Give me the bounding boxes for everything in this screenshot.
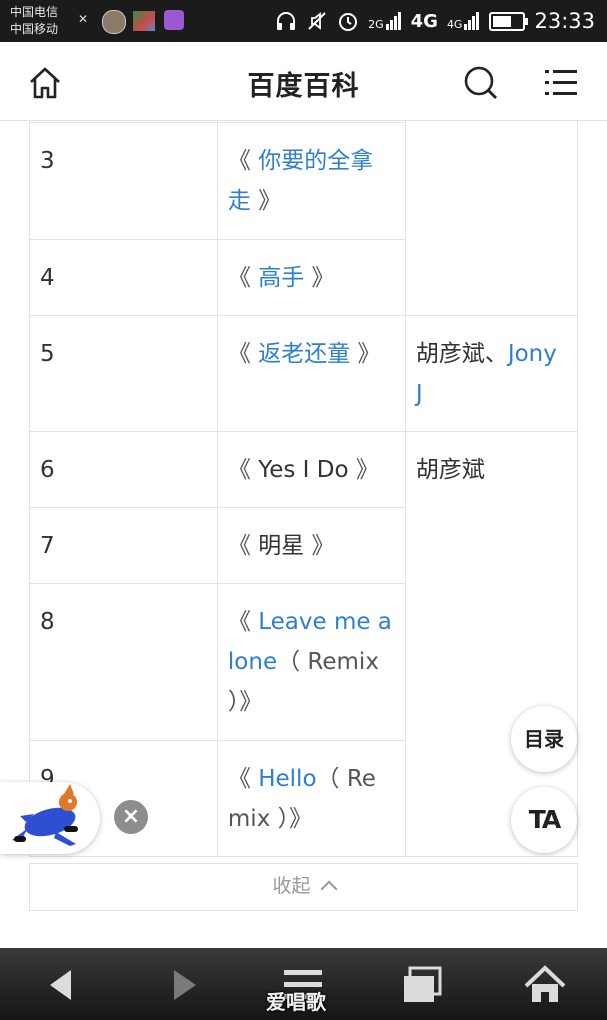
song-title-cell: 《 Leave me alone（ Remix ）》 [216, 583, 406, 741]
toc-button[interactable]: 目录 [511, 706, 577, 772]
menu-icon[interactable] [542, 64, 580, 102]
status-icons: 2G 4G 4G 23:33 [275, 6, 595, 36]
notification-x-icon: ✕ [78, 12, 89, 26]
page-title: 百度百科 [247, 71, 360, 102]
headphones-icon [277, 12, 296, 30]
table-row: 6 《 Yes I Do 》 胡彦斌 [29, 431, 579, 857]
carrier-1: 中国电信 [10, 5, 59, 19]
song-link[interactable]: 高手 [258, 265, 304, 291]
running-mascot-icon [12, 784, 78, 846]
tabs-icon[interactable] [400, 962, 446, 1008]
header: 百度百科 [0, 42, 607, 121]
song-link[interactable]: 返老还童 [258, 341, 350, 367]
notification-image-icon [133, 11, 155, 31]
artist-cell [404, 122, 579, 316]
song-title-cell: 《 高手 》 [216, 239, 406, 316]
song-link[interactable]: Hello [258, 766, 316, 792]
song-table: 3 《 你要的全拿走 》 4 《 高手 》 5 《 返老还童 》 胡彦斌、Jon… [29, 121, 579, 857]
back-icon[interactable] [40, 962, 86, 1008]
track-number: 8 [29, 583, 218, 741]
status-bar: 中国电信 中国移动 ✕ 2G 4G 4G 23:33 [0, 0, 607, 42]
track-number: 7 [29, 507, 218, 584]
search-icon[interactable] [462, 64, 500, 102]
song-title-cell: 《 明星 》 [216, 507, 406, 584]
track-number: 4 [29, 239, 218, 316]
signal-bars-icon [385, 12, 401, 30]
song-title-cell: 《 返老还童 》 [216, 315, 406, 432]
song-title-cell: 《 Yes I Do 》 [216, 431, 406, 508]
close-icon[interactable]: × [114, 800, 148, 834]
battery-icon [489, 11, 529, 31]
alarm-icon [339, 13, 358, 31]
carrier-2: 中国移动 [10, 22, 59, 36]
home-icon[interactable] [522, 962, 568, 1008]
mascot-widget[interactable] [0, 782, 100, 854]
network-4g: 4G [410, 10, 438, 32]
forward-icon[interactable] [160, 962, 206, 1008]
song-title: Yes I Do [258, 457, 349, 483]
track-number: 6 [29, 431, 218, 508]
clock: 23:33 [534, 9, 595, 33]
song-title-cell: 《 你要的全拿走 》 [216, 122, 406, 240]
ta-button[interactable]: TA [511, 787, 577, 853]
signal-2g: 2G [368, 12, 402, 30]
carrier-info: 中国电信 中国移动 [10, 4, 58, 38]
chevron-up-icon [320, 880, 337, 898]
table-row: 5 《 返老还童 》 胡彦斌、Jony J [29, 315, 579, 432]
song-title-cell: 《 Hello（ Remix ）》 [216, 740, 406, 857]
artist-name: 胡彦斌、 [415, 341, 508, 367]
signal-4g: 4G [447, 12, 481, 30]
song-title: 明星 [258, 533, 305, 559]
watermark-text: 爱唱歌 [266, 990, 326, 1014]
mute-icon [308, 12, 326, 30]
track-number: 5 [29, 315, 218, 432]
collapse-label: 收起 [272, 875, 311, 897]
artist-cell: 胡彦斌、Jony J [404, 315, 579, 432]
collapse-button[interactable]: 收起 [29, 863, 578, 911]
table-row: 3 《 你要的全拿走 》 [29, 122, 579, 316]
notification-gallery-icon [164, 10, 184, 30]
signal-bars-icon [464, 12, 480, 30]
artist-name: 胡彦斌 [415, 457, 485, 483]
track-number: 3 [29, 122, 218, 240]
notification-avatar-icon [102, 10, 126, 34]
